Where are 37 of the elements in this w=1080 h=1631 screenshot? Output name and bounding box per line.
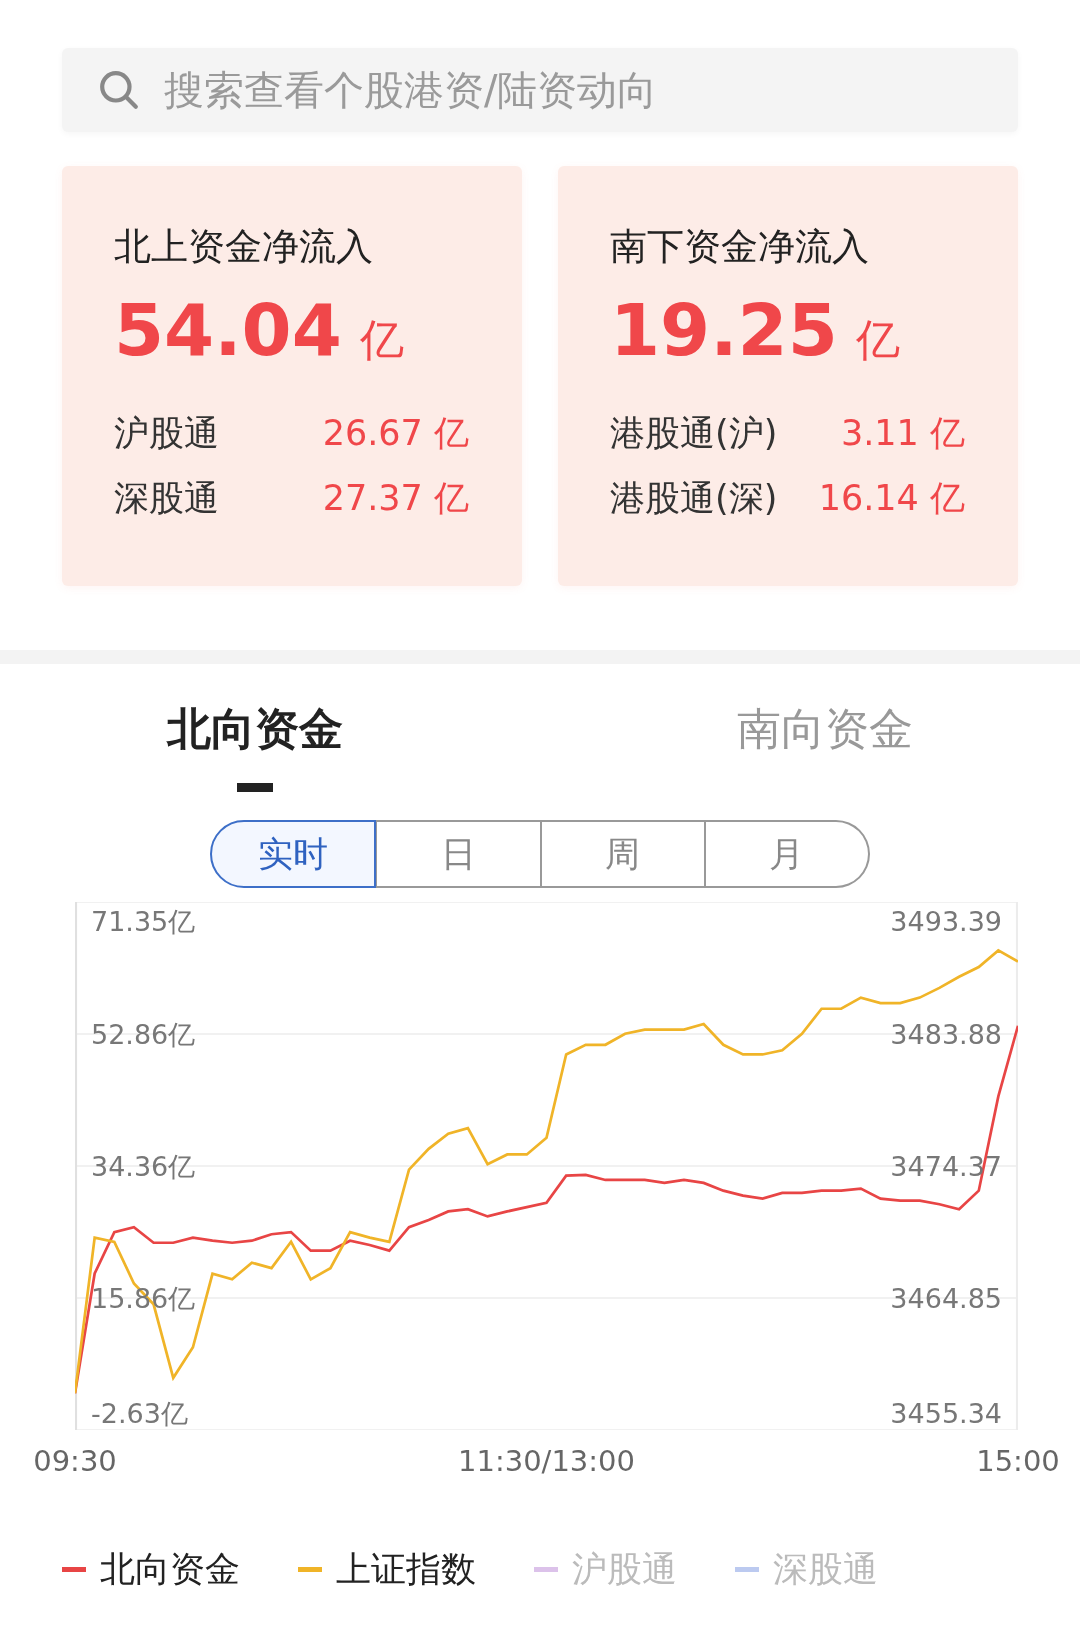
axis-label: 3455.34	[890, 1400, 1002, 1428]
unit-label: 亿	[855, 313, 900, 367]
channel-value: 27.37 亿	[322, 477, 469, 520]
search-input[interactable]: 搜索查看个股港资/陆资动向	[162, 66, 1018, 114]
period-tab[interactable]: 月	[704, 820, 870, 888]
legend-label[interactable]: 北向资金	[100, 1546, 240, 1593]
channel-label: 港股通(深)	[610, 477, 778, 520]
channel-value: 16.14 亿	[818, 477, 965, 520]
card-title: 南下资金净流入	[610, 224, 870, 270]
period-tab[interactable]: 周	[540, 820, 705, 888]
unit-label: 亿	[359, 313, 404, 367]
axis-label: 15:00	[976, 1444, 1060, 1478]
axis-label: 11:30/13:00	[458, 1444, 635, 1478]
channel-value: 3.11 亿	[840, 412, 965, 455]
legend-label[interactable]: 上证指数	[336, 1546, 476, 1593]
channel-label: 港股通(沪)	[610, 412, 778, 455]
net-inflow-value: 54.04	[114, 288, 342, 372]
axis-label: 52.86亿	[91, 1020, 196, 1048]
axis-label: 09:30	[33, 1444, 117, 1478]
net-inflow-value: 19.25	[610, 288, 838, 372]
search-field[interactable]: 搜索查看个股港资/陆资动向	[62, 48, 1018, 132]
channel-value: 26.67 亿	[322, 412, 469, 455]
channel-label: 深股通	[114, 477, 219, 520]
axis-label: 3483.88	[890, 1020, 1002, 1048]
channel-label: 沪股通	[114, 412, 219, 455]
axis-label: 71.35亿	[91, 908, 196, 935]
axis-label: 34.36亿	[91, 1152, 196, 1180]
period-tab[interactable]: 实时	[210, 820, 377, 888]
axis-label: 3493.39	[890, 908, 1002, 935]
card-title: 北上资金净流入	[114, 224, 374, 270]
period-tab[interactable]: 日	[376, 820, 541, 888]
legend-label[interactable]: 沪股通	[572, 1546, 677, 1593]
tab[interactable]: 南向资金	[540, 700, 1080, 792]
axis-label: -2.63亿	[91, 1400, 188, 1428]
axis-label: 3464.85	[890, 1284, 1002, 1312]
tab[interactable]: 北向资金	[0, 700, 540, 792]
legend-label[interactable]: 深股通	[773, 1546, 878, 1593]
